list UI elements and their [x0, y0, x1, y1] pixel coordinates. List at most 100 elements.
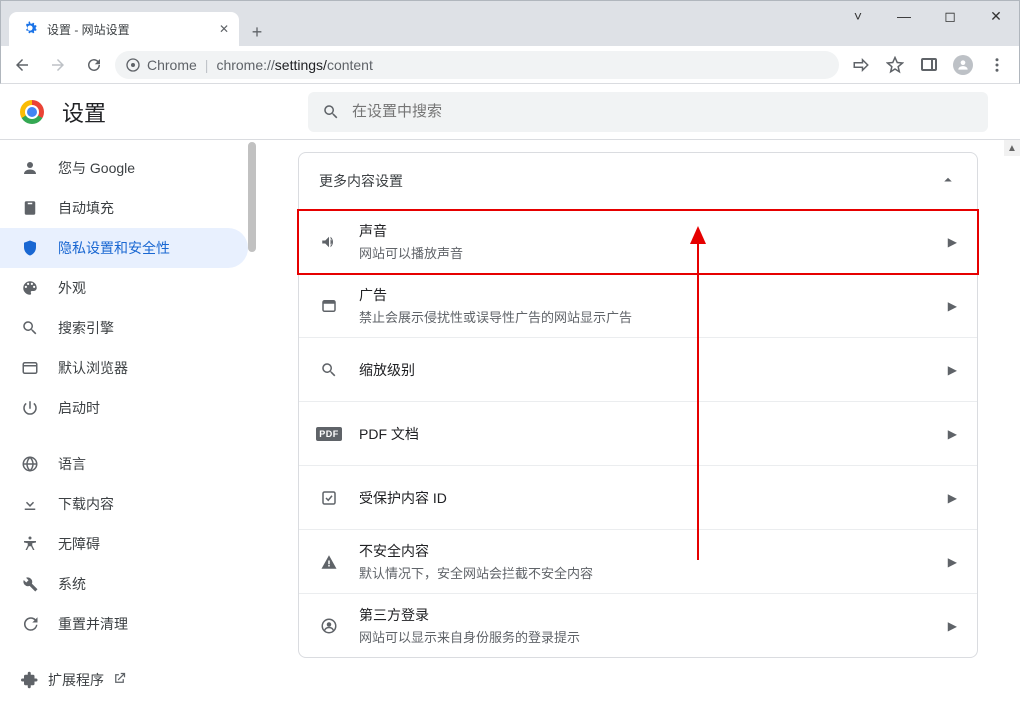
new-tab-button[interactable]: +	[243, 18, 271, 46]
row-federated-identity[interactable]: 第三方登录 网站可以显示来自身份服务的登录提示 ▶	[299, 593, 977, 657]
restore-icon	[20, 615, 40, 633]
search-input[interactable]	[352, 103, 974, 120]
reload-button[interactable]	[79, 50, 109, 80]
side-panel-icon[interactable]	[913, 49, 945, 81]
warning-icon	[319, 553, 339, 571]
chrome-logo-icon	[20, 100, 44, 124]
back-button[interactable]	[7, 50, 37, 80]
chevron-right-icon: ▶	[948, 427, 957, 441]
minimize-button[interactable]: —	[881, 1, 927, 31]
tab-title: 设置 - 网站设置	[47, 21, 211, 38]
page-title: 设置	[62, 96, 106, 128]
content-area: 更多内容设置 声音 网站可以播放声音 ▶ 广告 禁止会展示侵扰性或误导性广告的网…	[256, 140, 1020, 719]
section-title: 更多内容设置	[319, 171, 403, 191]
sidebar-item-label: 扩展程序	[48, 670, 104, 690]
tab-strip: 设置 - 网站设置 ✕ +	[1, 1, 835, 46]
sidebar-item-label: 语言	[58, 454, 86, 474]
chevron-right-icon: ▶	[948, 491, 957, 505]
sidebar-item-label: 搜索引擎	[58, 318, 114, 338]
sidebar-item-label: 下载内容	[58, 494, 114, 514]
row-zoom-levels[interactable]: 缩放级别 ▶	[299, 337, 977, 401]
row-title: PDF 文档	[359, 424, 419, 444]
sidebar-item-label: 默认浏览器	[58, 358, 128, 378]
separator: |	[205, 57, 209, 73]
sidebar-item-on-startup[interactable]: 启动时	[0, 388, 248, 428]
chevron-down-icon[interactable]: ˅	[835, 1, 881, 31]
sidebar-item-system[interactable]: 系统	[0, 564, 248, 604]
sidebar-item-label: 外观	[58, 278, 86, 298]
close-window-button[interactable]: ✕	[973, 1, 1019, 31]
sidebar-item-label: 重置并清理	[58, 614, 128, 634]
accessibility-icon	[20, 535, 40, 553]
omnibar: Chrome | chrome://settings/content	[0, 46, 1020, 84]
row-pdf-documents[interactable]: PDF PDF 文档 ▶	[299, 401, 977, 465]
row-title: 第三方登录	[359, 605, 928, 625]
sidebar-scrollbar[interactable]	[248, 142, 256, 702]
sidebar-item-privacy-security[interactable]: 隐私设置和安全性	[0, 228, 248, 268]
sidebar-item-label: 自动填充	[58, 198, 114, 218]
sidebar-item-reset[interactable]: 重置并清理	[0, 604, 248, 644]
row-title: 不安全内容	[359, 541, 928, 561]
search-icon	[20, 319, 40, 337]
sidebar-item-autofill[interactable]: 自动填充	[0, 188, 248, 228]
sidebar-item-accessibility[interactable]: 无障碍	[0, 524, 248, 564]
chevron-up-icon	[939, 171, 957, 192]
share-icon[interactable]	[845, 49, 877, 81]
content-scrollbar[interactable]: ▲	[1004, 140, 1020, 719]
scroll-up-arrow-icon[interactable]: ▲	[1004, 140, 1020, 156]
sidebar-item-label: 您与 Google	[58, 158, 135, 178]
row-insecure-content[interactable]: 不安全内容 默认情况下，安全网站会拦截不安全内容 ▶	[299, 529, 977, 593]
window-controls: ˅ — ◻ ✕	[835, 1, 1019, 31]
power-icon	[20, 399, 40, 417]
row-ads[interactable]: 广告 禁止会展示侵扰性或误导性广告的网站显示广告 ▶	[299, 273, 977, 337]
sidebar-item-downloads[interactable]: 下载内容	[0, 484, 248, 524]
bookmark-star-icon[interactable]	[879, 49, 911, 81]
omnibar-actions	[845, 49, 1013, 81]
section-header-more-content[interactable]: 更多内容设置	[299, 153, 977, 209]
row-subtitle: 禁止会展示侵扰性或误导性广告的网站显示广告	[359, 307, 928, 326]
settings-search[interactable]	[308, 92, 988, 132]
close-tab-icon[interactable]: ✕	[219, 22, 229, 36]
window-icon	[319, 297, 339, 315]
row-title: 受保护内容 ID	[359, 488, 447, 508]
verified-icon	[319, 489, 339, 507]
sound-icon	[319, 233, 339, 251]
sidebar: 您与 Google 自动填充 隐私设置和安全性 外观 搜索引擎 默认浏览器 启动…	[0, 140, 256, 719]
browser-tab[interactable]: 设置 - 网站设置 ✕	[9, 12, 239, 46]
chrome-badge: Chrome	[125, 57, 197, 73]
sidebar-item-label: 无障碍	[58, 534, 100, 554]
gear-icon	[21, 19, 39, 40]
chevron-right-icon: ▶	[948, 299, 957, 313]
window-titlebar: 设置 - 网站设置 ✕ + ˅ — ◻ ✕	[0, 0, 1020, 46]
sidebar-item-search-engine[interactable]: 搜索引擎	[0, 308, 248, 348]
download-icon	[20, 495, 40, 513]
sidebar-item-default-browser[interactable]: 默认浏览器	[0, 348, 248, 388]
browser-icon	[20, 359, 40, 377]
wrench-icon	[20, 575, 40, 593]
row-protected-content[interactable]: 受保护内容 ID ▶	[299, 465, 977, 529]
maximize-button[interactable]: ◻	[927, 1, 973, 31]
settings-header: 设置	[0, 84, 1020, 140]
search-icon	[322, 103, 340, 121]
sidebar-item-languages[interactable]: 语言	[0, 444, 248, 484]
zoom-icon	[319, 361, 339, 379]
row-sound[interactable]: 声音 网站可以播放声音 ▶	[299, 209, 977, 273]
profile-avatar[interactable]	[947, 49, 979, 81]
address-bar[interactable]: Chrome | chrome://settings/content	[115, 51, 839, 79]
chevron-right-icon: ▶	[948, 235, 957, 249]
forward-button[interactable]	[43, 50, 73, 80]
chevron-right-icon: ▶	[948, 363, 957, 377]
sidebar-item-appearance[interactable]: 外观	[0, 268, 248, 308]
sidebar-item-extensions[interactable]: 扩展程序	[0, 660, 248, 700]
pdf-icon: PDF	[319, 427, 339, 441]
sidebar-item-you-and-google[interactable]: 您与 Google	[0, 148, 248, 188]
open-external-icon	[112, 671, 127, 689]
chevron-right-icon: ▶	[948, 555, 957, 569]
row-subtitle: 默认情况下，安全网站会拦截不安全内容	[359, 563, 928, 582]
row-title: 声音	[359, 221, 928, 241]
row-subtitle: 网站可以显示来自身份服务的登录提示	[359, 627, 928, 646]
clipboard-icon	[20, 199, 40, 217]
kebab-menu-icon[interactable]	[981, 49, 1013, 81]
person-icon	[20, 159, 40, 177]
row-title: 广告	[359, 285, 928, 305]
